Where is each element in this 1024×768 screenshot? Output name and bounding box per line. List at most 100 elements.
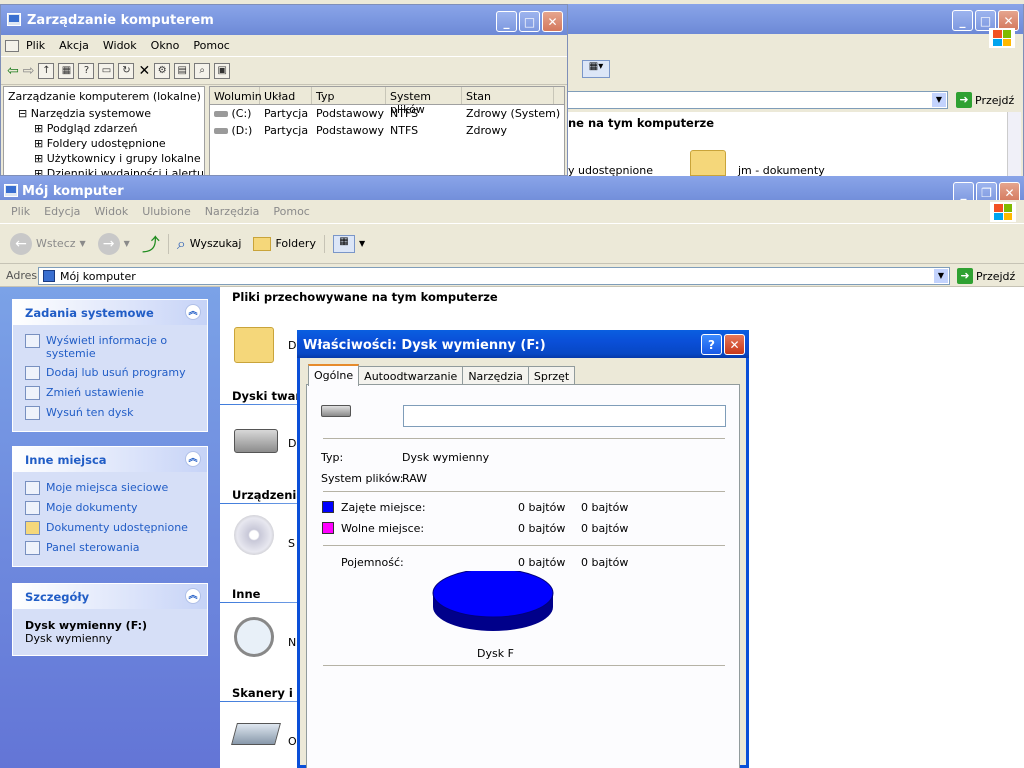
link-my-documents[interactable]: Moje dokumenty bbox=[13, 498, 207, 518]
scanner-icon[interactable] bbox=[231, 723, 281, 745]
list-item-label[interactable]: N bbox=[288, 636, 296, 649]
panel-header[interactable]: Szczegóły ︽ bbox=[13, 584, 207, 609]
list-item[interactable]: y udostępnione bbox=[568, 164, 653, 176]
tree-item-label: Dzienniki wydajności i alertu bbox=[46, 167, 204, 176]
link-network-places[interactable]: Moje miejsca sieciowe bbox=[13, 478, 207, 498]
go-button[interactable]: ➜ Przejdź bbox=[957, 268, 1015, 284]
minimize-button[interactable]: _ bbox=[952, 10, 973, 31]
menu-file[interactable]: Plik bbox=[4, 205, 37, 218]
link-system-info[interactable]: Wyświetl informacje o systemie bbox=[13, 331, 207, 363]
folder-icon[interactable] bbox=[234, 327, 274, 363]
link-eject-disk[interactable]: Wysuń ten dysk bbox=[13, 403, 207, 423]
collapse-icon[interactable]: ︽ bbox=[185, 588, 201, 604]
search-button[interactable]: ⌕ Wyszukaj bbox=[167, 233, 246, 254]
menu-tools[interactable]: Narzędzia bbox=[198, 205, 267, 218]
tree-root[interactable]: Zarządzanie komputerem (lokalne) bbox=[4, 87, 204, 106]
open-folder-icon[interactable]: ▤ bbox=[174, 62, 191, 79]
go-button[interactable]: ➜ Przejdź bbox=[956, 92, 1014, 108]
close-button[interactable]: ✕ bbox=[542, 11, 563, 32]
table-row[interactable]: (C:) Partycja Podstawowy NTFS Zdrowy (Sy… bbox=[210, 105, 564, 122]
windows-logo-icon bbox=[990, 202, 1016, 222]
file-system-label: System plików: bbox=[321, 472, 404, 485]
new-window-icon[interactable]: ▭ bbox=[98, 62, 115, 79]
tree-item-local-users[interactable]: ⊞ Użytkownicy i grupy lokalne bbox=[4, 151, 204, 166]
back-arrow-icon[interactable]: ⇦ bbox=[7, 63, 19, 79]
close-button[interactable]: ✕ bbox=[724, 334, 745, 355]
menu-action[interactable]: Akcja bbox=[52, 39, 96, 52]
list-item-label[interactable]: S bbox=[288, 537, 295, 550]
menu-view[interactable]: Widok bbox=[96, 39, 144, 52]
free-space-bytes: 0 bajtów bbox=[518, 522, 566, 535]
forward-arrow-icon[interactable]: ⇨ bbox=[23, 63, 35, 79]
minimize-button[interactable]: _ bbox=[496, 11, 517, 32]
column-header[interactable]: Wolumin bbox=[210, 87, 262, 104]
refresh-icon[interactable]: ↻ bbox=[118, 62, 135, 79]
list-item-label[interactable]: D bbox=[288, 339, 296, 352]
tree-item-event-viewer[interactable]: ⊞ Podgląd zdarzeń bbox=[4, 121, 204, 136]
menu-view[interactable]: Widok bbox=[87, 205, 135, 218]
settings-icon[interactable]: ⚙ bbox=[154, 62, 171, 79]
back-arrow-icon: ← bbox=[10, 232, 32, 255]
table-row[interactable]: (D:) Partycja Podstawowy NTFS Zdrowy bbox=[210, 122, 564, 139]
used-space-label: Zajęte miejsce: bbox=[341, 501, 426, 514]
cell-type: Podstawowy bbox=[316, 107, 384, 120]
tab-tools[interactable]: Narzędzia bbox=[462, 366, 529, 386]
network-search-icon[interactable] bbox=[234, 617, 274, 657]
list-item-label[interactable]: O bbox=[288, 735, 297, 748]
tree-item-performance-logs[interactable]: ⊞ Dzienniki wydajności i alertu bbox=[4, 166, 204, 176]
folders-button[interactable]: Foldery bbox=[249, 236, 320, 251]
hard-disk-icon[interactable] bbox=[234, 429, 278, 453]
tree-group[interactable]: ⊟ Narzędzia systemowe bbox=[4, 106, 204, 121]
export-icon[interactable]: ▣ bbox=[214, 62, 231, 79]
menu-favorites[interactable]: Ulubione bbox=[135, 205, 198, 218]
dialog-titlebar[interactable]: Właściwości: Dysk wymienny (F:) ? ✕ bbox=[297, 330, 749, 358]
list-item-label[interactable]: D bbox=[288, 437, 296, 450]
views-button[interactable]: ▦ ▼ bbox=[323, 234, 369, 253]
column-header[interactable]: Stan bbox=[462, 87, 554, 104]
volume-list-header: Wolumin Układ Typ System plików Stan bbox=[210, 87, 564, 116]
link-control-panel[interactable]: Panel sterowania bbox=[13, 538, 207, 558]
menu-edit[interactable]: Edycja bbox=[37, 205, 87, 218]
list-item[interactable]: jm - dokumenty bbox=[738, 164, 825, 176]
tree-item-shared-folders[interactable]: ⊞ Foldery udostępnione bbox=[4, 136, 204, 151]
column-header[interactable]: Układ bbox=[260, 87, 312, 104]
panel-header[interactable]: Zadania systemowe ︽ bbox=[13, 300, 207, 325]
tab-autoplay[interactable]: Autoodtwarzanie bbox=[358, 366, 464, 386]
tab-general[interactable]: Ogólne bbox=[308, 364, 360, 386]
tree-view-icon[interactable]: ▦ bbox=[58, 62, 75, 79]
cd-drive-icon[interactable] bbox=[234, 515, 274, 555]
collapse-icon[interactable]: ︽ bbox=[185, 304, 201, 320]
back-button[interactable]: ← Wstecz ▼ bbox=[6, 232, 90, 255]
background-explorer-titlebar[interactable]: _ □ ✕ bbox=[568, 4, 1023, 34]
column-header[interactable]: Typ bbox=[312, 87, 386, 104]
menu-window[interactable]: Okno bbox=[144, 39, 187, 52]
collapse-icon[interactable]: ︽ bbox=[185, 451, 201, 467]
delete-icon[interactable]: ✕ bbox=[138, 63, 150, 79]
volume-name-input[interactable] bbox=[403, 405, 726, 427]
menu-help[interactable]: Pomoc bbox=[266, 205, 316, 218]
menu-file[interactable]: Plik bbox=[19, 39, 52, 52]
panel-header[interactable]: Inne miejsca ︽ bbox=[13, 447, 207, 472]
scrollbar[interactable] bbox=[1007, 112, 1021, 176]
address-field[interactable]: ▼ bbox=[568, 91, 948, 109]
tab-hardware[interactable]: Sprzęt bbox=[527, 366, 576, 386]
address-field[interactable]: Mój komputer ▼ bbox=[38, 267, 950, 285]
search-icon[interactable]: ⌕ bbox=[194, 62, 211, 79]
views-icon[interactable]: ▦▾ bbox=[582, 60, 610, 78]
properties-icon[interactable]: ? bbox=[78, 62, 95, 79]
computer-management-titlebar[interactable]: Zarządzanie komputerem _ □ ✕ bbox=[1, 5, 567, 35]
dropdown-icon[interactable]: ▼ bbox=[932, 93, 946, 107]
up-folder-icon[interactable]: ↑ bbox=[38, 62, 55, 79]
help-button[interactable]: ? bbox=[701, 334, 722, 355]
link-change-setting[interactable]: Zmień ustawienie bbox=[13, 383, 207, 403]
menu-help[interactable]: Pomoc bbox=[186, 39, 236, 52]
folder-icon bbox=[25, 521, 40, 535]
forward-button[interactable]: → ▼ bbox=[94, 232, 134, 255]
column-header[interactable]: System plików bbox=[386, 87, 462, 116]
dropdown-icon[interactable]: ▼ bbox=[934, 269, 948, 283]
up-folder-icon[interactable]: ⤴ bbox=[138, 231, 164, 257]
link-add-remove-programs[interactable]: Dodaj lub usuń programy bbox=[13, 363, 207, 383]
link-shared-documents[interactable]: Dokumenty udostępnione bbox=[13, 518, 207, 538]
folder-icon[interactable] bbox=[690, 150, 726, 176]
maximize-button[interactable]: □ bbox=[519, 11, 540, 32]
